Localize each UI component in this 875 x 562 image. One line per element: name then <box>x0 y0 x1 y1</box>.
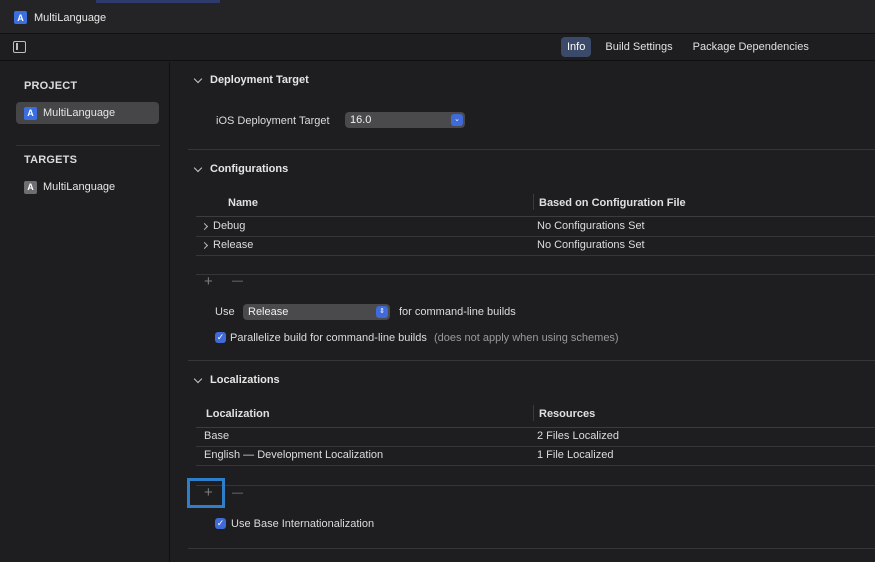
targets-header: TARGETS <box>24 154 78 166</box>
sidebar-item-target[interactable]: A MultiLanguage <box>16 176 159 198</box>
table-row[interactable]: Base 2 Files Localized <box>196 428 875 447</box>
row-divider <box>196 485 875 486</box>
localization-header[interactable]: Localization <box>206 408 270 420</box>
file-tab[interactable]: A MultiLanguage <box>14 11 106 24</box>
editor-toolbar: Info Build Settings Package Dependencies <box>0 34 875 61</box>
parallelize-text: Parallelize build for command-line build… <box>230 332 427 344</box>
editor-tabs: Info Build Settings Package Dependencies <box>561 37 815 57</box>
localizations-title: Localizations <box>210 374 280 386</box>
localization-name: English — Development Localization <box>204 449 384 461</box>
file-tab-label: MultiLanguage <box>34 11 107 24</box>
sidebar-item-project[interactable]: A MultiLanguage <box>16 102 159 124</box>
xcode-window: A MultiLanguage Info Build Settings Pack… <box>0 0 875 562</box>
chevron-right-icon <box>200 222 209 231</box>
sidebar-toggle-icon[interactable] <box>13 41 26 53</box>
deployment-title: Deployment Target <box>210 74 309 86</box>
column-divider <box>533 194 534 210</box>
chevron-down-icon <box>193 74 203 83</box>
section-divider <box>188 149 875 150</box>
localization-resources: 2 Files Localized <box>537 430 619 442</box>
config-name: Release <box>213 239 254 251</box>
chevron-right-icon <box>200 241 209 250</box>
configurations-title: Configurations <box>210 163 289 175</box>
add-localization-highlight <box>187 478 225 508</box>
project-header: PROJECT <box>24 80 78 92</box>
row-divider <box>196 255 875 256</box>
row-divider <box>196 465 875 466</box>
deployment-section-header[interactable]: Deployment Target <box>193 74 309 86</box>
config-name-header[interactable]: Name <box>228 197 258 209</box>
sidebar-item-label: MultiLanguage <box>43 181 116 193</box>
remove-localization-button[interactable]: — <box>232 487 243 499</box>
use-suffix-label: for command-line builds <box>399 306 516 318</box>
table-row[interactable]: English — Development Localization 1 Fil… <box>196 447 875 466</box>
table-row[interactable]: Release No Configurations Set <box>196 237 875 256</box>
chevron-down-icon <box>193 374 203 383</box>
config-based-on: No Configurations Set <box>537 220 645 232</box>
tab-package-dependencies[interactable]: Package Dependencies <box>687 37 815 57</box>
base-internationalization-checkbox[interactable]: ✓ <box>215 518 226 529</box>
resources-header[interactable]: Resources <box>539 408 595 420</box>
title-accent-line <box>96 0 220 3</box>
xcode-app-icon: A <box>14 11 27 24</box>
column-divider <box>533 405 534 421</box>
deployment-target-popup[interactable]: 16.0 ⌄ <box>345 112 465 128</box>
row-divider <box>196 274 875 275</box>
add-configuration-button[interactable]: + <box>204 273 213 290</box>
parallelize-checkbox[interactable]: ✓ <box>215 332 226 343</box>
target-icon: A <box>24 180 37 194</box>
project-icon: A <box>24 106 37 120</box>
configurations-section-header[interactable]: Configurations <box>193 163 289 175</box>
popup-stepper-icon: ⌄ <box>451 114 463 126</box>
localization-resources: 1 File Localized <box>537 449 614 461</box>
table-row[interactable]: Debug No Configurations Set <box>196 217 875 236</box>
use-label: Use <box>215 306 235 318</box>
localizations-section-header[interactable]: Localizations <box>193 374 280 386</box>
sidebar-divider <box>16 145 160 146</box>
localization-name: Base <box>204 430 230 442</box>
config-based-on: No Configurations Set <box>537 239 645 251</box>
base-internationalization-label: Use Base Internationalization <box>231 518 375 530</box>
tab-info[interactable]: Info <box>561 37 592 57</box>
info-editor: Deployment Target iOS Deployment Target … <box>171 62 875 562</box>
command-line-config-value: Release <box>248 306 289 318</box>
sidebar-item-label: MultiLanguage <box>43 107 116 119</box>
title-bar: A MultiLanguage <box>0 0 875 34</box>
deployment-target-label: iOS Deployment Target <box>216 115 330 127</box>
section-divider <box>188 360 875 361</box>
command-line-config-popup[interactable]: Release ⇕ <box>243 304 390 320</box>
chevron-down-icon <box>193 163 203 172</box>
deployment-target-value: 16.0 <box>350 114 372 126</box>
section-divider <box>188 548 875 549</box>
remove-configuration-button[interactable]: — <box>232 275 243 287</box>
popup-stepper-icon: ⇕ <box>376 306 388 318</box>
tab-build-settings[interactable]: Build Settings <box>599 37 678 57</box>
config-based-on-header[interactable]: Based on Configuration File <box>539 197 686 209</box>
project-sidebar: PROJECT A MultiLanguage TARGETS A MultiL… <box>0 62 170 562</box>
parallelize-hint: (does not apply when using schemes) <box>433 332 619 344</box>
parallelize-label: Parallelize build for command-line build… <box>230 332 619 344</box>
config-name: Debug <box>213 220 246 232</box>
